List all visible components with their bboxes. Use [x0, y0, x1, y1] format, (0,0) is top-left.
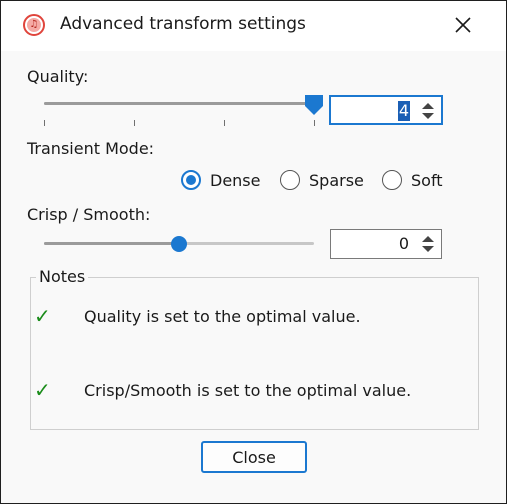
radio-button[interactable]: [181, 170, 201, 190]
radio-label: Sparse: [309, 170, 364, 190]
note-crisp-smooth: Crisp/Smooth is set to the optimal value…: [84, 381, 412, 400]
quality-slider-thumb[interactable]: [304, 94, 324, 116]
spin-arrows-icon[interactable]: [421, 101, 435, 121]
close-icon[interactable]: [451, 13, 475, 37]
notes-title: Notes: [36, 267, 89, 286]
radio-soft[interactable]: Soft: [382, 167, 443, 193]
close-button[interactable]: Close: [201, 441, 307, 473]
radio-sparse[interactable]: Sparse: [280, 167, 364, 193]
crisp-smooth-value[interactable]: 0: [399, 234, 409, 254]
radio-button[interactable]: [382, 170, 402, 190]
spin-arrows-icon[interactable]: [421, 234, 435, 254]
title-bar[interactable]: ♫ Advanced transform settings: [1, 1, 506, 51]
crisp-smooth-slider-fill: [44, 242, 179, 245]
dialog-window: ♫ Advanced transform settings Quality: 4…: [0, 0, 507, 504]
music-note-icon: ♫: [23, 14, 45, 36]
checkmark-icon: ✓: [34, 378, 51, 402]
radio-label: Soft: [411, 170, 443, 190]
notes-group: [30, 277, 479, 430]
radio-label: Dense: [210, 170, 261, 190]
note-quality: Quality is set to the optimal value.: [84, 307, 361, 326]
transient-mode-label: Transient Mode:: [27, 139, 155, 158]
crisp-smooth-slider-thumb[interactable]: [171, 236, 187, 252]
quality-slider-fill: [44, 102, 314, 105]
crisp-smooth-spinbox[interactable]: 0: [330, 229, 442, 259]
quality-slider[interactable]: [44, 102, 314, 105]
quality-tick: [44, 120, 45, 126]
radio-dense[interactable]: Dense: [181, 167, 260, 193]
quality-label: Quality:: [27, 67, 89, 86]
window-title: Advanced transform settings: [60, 14, 306, 34]
quality-value[interactable]: 4: [397, 101, 410, 121]
quality-tick: [224, 120, 225, 126]
quality-tick: [314, 120, 315, 126]
radio-button[interactable]: [280, 170, 300, 190]
checkmark-icon: ✓: [34, 304, 51, 328]
quality-tick: [134, 120, 135, 126]
quality-spinbox[interactable]: 4: [329, 95, 443, 125]
crisp-smooth-label: Crisp / Smooth:: [27, 205, 151, 224]
